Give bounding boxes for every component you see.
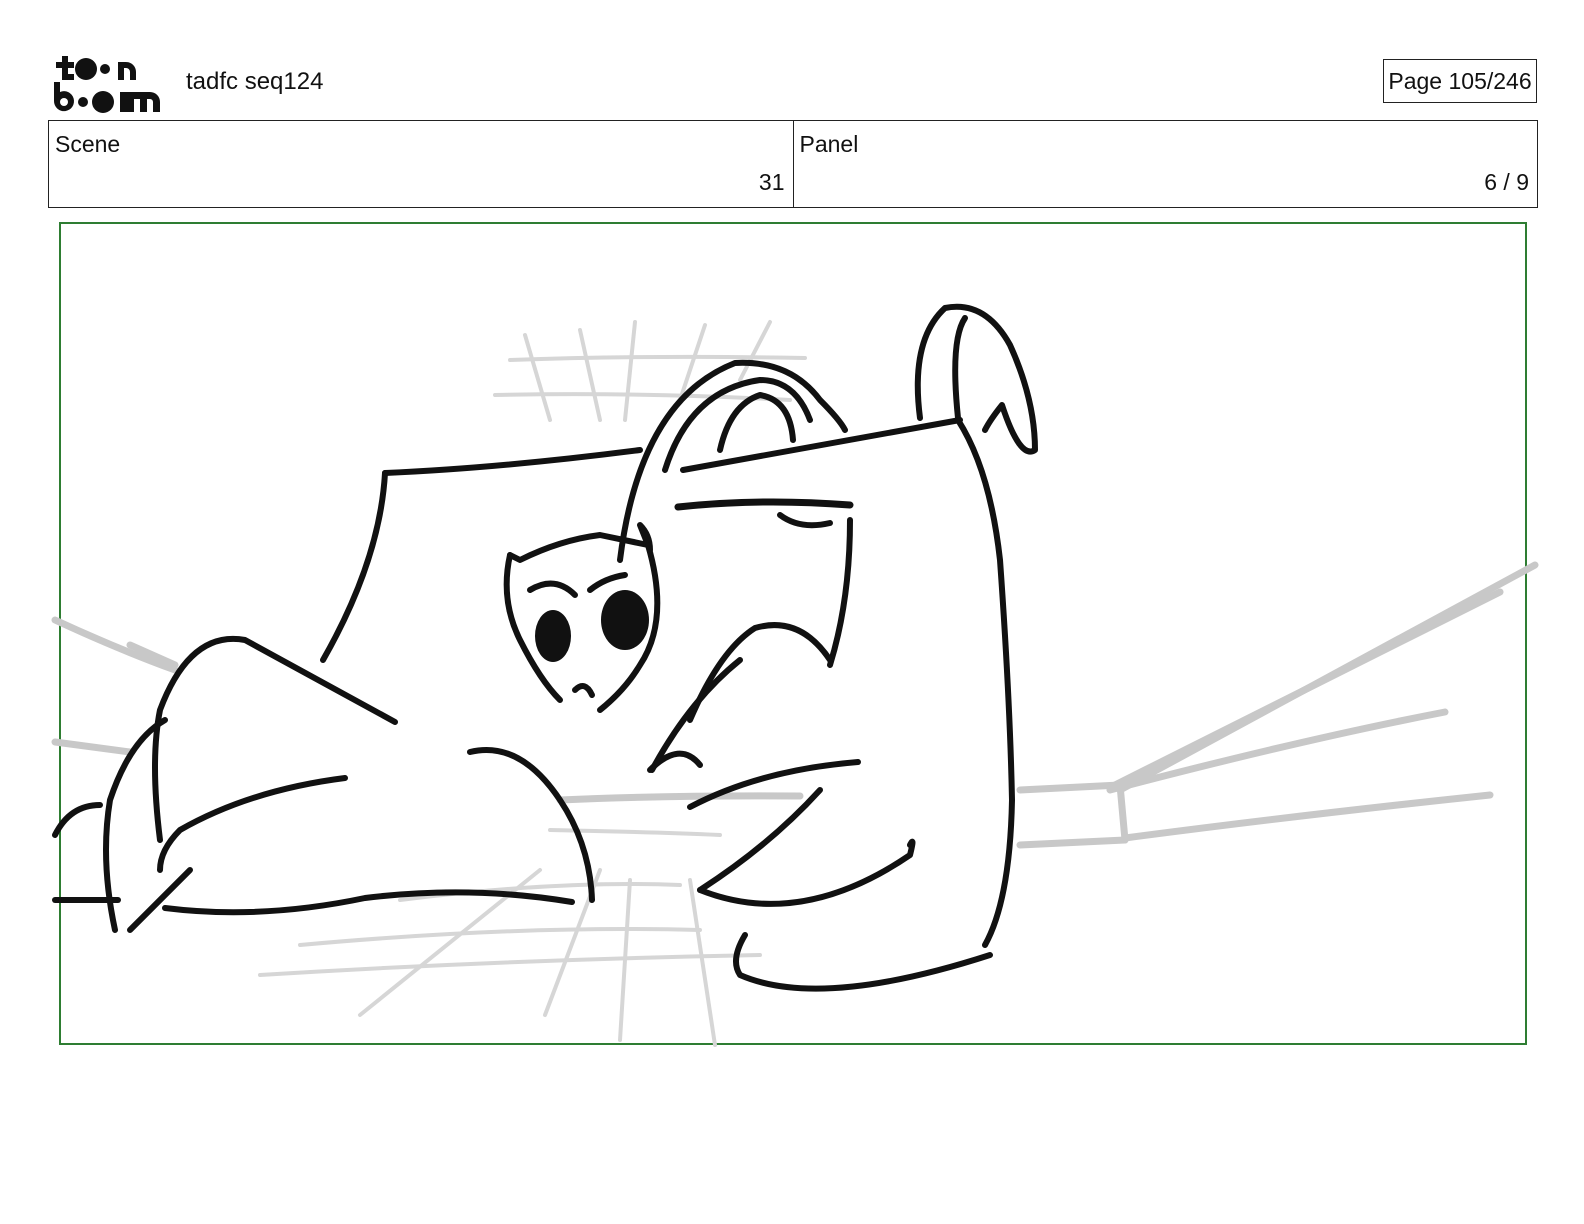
page-indicator: Page 105/246 — [1383, 59, 1537, 103]
panel-cell: Panel 6 / 9 — [792, 121, 1538, 207]
scene-label: Scene — [55, 131, 121, 157]
scene-value: 31 — [758, 169, 785, 195]
storyboard-panel-frame — [59, 222, 1527, 1045]
toon-boom-logo-icon — [53, 56, 160, 113]
scene-cell: Scene 31 — [49, 121, 793, 207]
panel-value: 6 / 9 — [1484, 169, 1529, 195]
panel-label: Panel — [799, 131, 859, 157]
scene-panel-info-table: Scene 31 Panel 6 / 9 — [48, 120, 1538, 208]
project-title: tadfc seq124 — [186, 68, 324, 95]
